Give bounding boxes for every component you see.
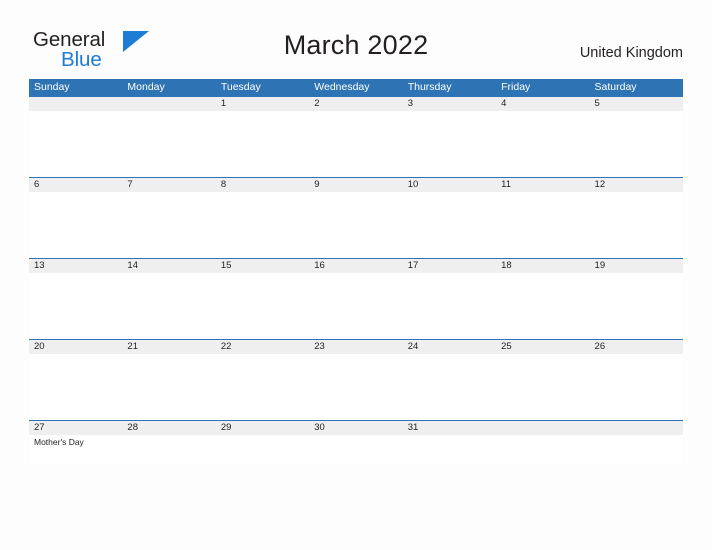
day-number[interactable]: 4	[496, 97, 589, 111]
day-number-empty	[590, 421, 683, 435]
date-number-band: 20 21 22 23 24 25 26	[29, 340, 683, 354]
day-events-cell	[309, 435, 402, 465]
day-number[interactable]: 12	[590, 178, 683, 192]
day-number-empty	[496, 421, 589, 435]
day-events-cell	[309, 192, 402, 258]
day-events-cell	[403, 435, 496, 465]
calendar-week-row: 27 28 29 30 31 Mother's Day	[29, 420, 683, 465]
date-number-band: 6 7 8 9 10 11 12	[29, 178, 683, 192]
day-number[interactable]: 15	[216, 259, 309, 273]
day-events-cell	[122, 192, 215, 258]
day-number[interactable]: 17	[403, 259, 496, 273]
day-events-cell	[29, 273, 122, 339]
day-events-cell	[309, 354, 402, 420]
day-body-band	[29, 354, 683, 420]
day-number[interactable]: 9	[309, 178, 402, 192]
day-events-cell	[403, 354, 496, 420]
day-events-cell	[216, 192, 309, 258]
day-events-cell	[590, 273, 683, 339]
day-number[interactable]: 21	[122, 340, 215, 354]
day-events-cell	[496, 192, 589, 258]
day-number[interactable]: 22	[216, 340, 309, 354]
day-events-cell	[122, 111, 215, 177]
day-events-cell	[309, 111, 402, 177]
day-number[interactable]: 18	[496, 259, 589, 273]
day-number[interactable]: 1	[216, 97, 309, 111]
day-number[interactable]: 14	[122, 259, 215, 273]
weekday-header-friday: Friday	[501, 81, 531, 93]
day-events-cell	[29, 111, 122, 177]
day-events-cell	[122, 354, 215, 420]
calendar-week-row: 12345	[29, 96, 683, 177]
day-number[interactable]: 8	[216, 178, 309, 192]
holiday-label: Mother's Day	[34, 437, 84, 447]
day-body-band: Mother's Day	[29, 435, 683, 465]
day-number[interactable]: 20	[29, 340, 122, 354]
day-events-cell	[122, 273, 215, 339]
calendar-week-row: 6 7 8 9 10 11 12	[29, 177, 683, 258]
day-number[interactable]: 23	[309, 340, 402, 354]
day-events-cell	[216, 354, 309, 420]
day-number[interactable]: 19	[590, 259, 683, 273]
day-events-cell	[403, 111, 496, 177]
day-events-cell	[29, 354, 122, 420]
weekday-header-wednesday: Wednesday	[314, 81, 370, 93]
day-events-cell: Mother's Day	[29, 435, 122, 465]
calendar-weeks: 1 2 3 4 5 6 7 8 9 10 11 12 13 14 15 16 17 18 19 20 21 22 23 24 2…	[29, 96, 683, 465]
day-events-cell	[309, 273, 402, 339]
day-events-cell	[216, 435, 309, 465]
day-number[interactable]: 6	[29, 178, 122, 192]
day-body-band	[29, 192, 683, 258]
day-number-empty	[29, 97, 122, 111]
day-number[interactable]: 11	[496, 178, 589, 192]
country-label: United Kingdom	[579, 45, 683, 61]
day-events-cell	[496, 354, 589, 420]
day-number-empty	[122, 97, 215, 111]
day-number[interactable]: 5	[590, 97, 683, 111]
day-events-cell	[29, 192, 122, 258]
day-events-cell	[590, 111, 683, 177]
day-events-cell	[122, 435, 215, 465]
weekday-header-thursday: Thursday	[407, 81, 452, 93]
day-events-cell	[216, 111, 309, 177]
day-number[interactable]: 26	[590, 340, 683, 354]
day-number[interactable]: 25	[496, 340, 589, 354]
day-number[interactable]: 24	[403, 340, 496, 354]
weekday-header-saturday: Saturday	[594, 81, 637, 93]
weekday-header-tuesday: Tuesday	[220, 81, 261, 93]
day-number[interactable]: 31	[403, 421, 496, 435]
day-events-cell	[590, 354, 683, 420]
calendar-grid: Sunday Monday Tuesday Wednesday Thursday Frid…	[29, 79, 683, 465]
day-number[interactable]: 30	[309, 421, 402, 435]
weekday-header-sunday: Sunday	[34, 81, 70, 93]
day-body-band	[29, 111, 683, 177]
weekday-header-monday: Monday	[127, 81, 165, 93]
date-number-band: 13 14 15 16 17 18 19	[29, 259, 683, 273]
day-events-cell	[590, 435, 683, 465]
day-number[interactable]: 16	[309, 259, 402, 273]
day-number[interactable]: 3	[403, 97, 496, 111]
day-number[interactable]: 28	[122, 421, 215, 435]
calendar-week-row: 13 14 15 16 17 18 19	[29, 258, 683, 339]
day-events-cell	[496, 273, 589, 339]
day-number[interactable]: 7	[122, 178, 215, 192]
day-number[interactable]: 13	[29, 259, 122, 273]
date-number-band: 27 28 29 30 31	[29, 421, 683, 435]
day-events-cell	[216, 273, 309, 339]
page-header: General Blue March 2022 United Kingdom	[0, 0, 712, 78]
day-number[interactable]: 2	[309, 97, 402, 111]
day-body-band	[29, 273, 683, 339]
calendar-week-row: 20 21 22 23 24 25 26	[29, 339, 683, 420]
day-number[interactable]: 27	[29, 421, 122, 435]
day-events-cell	[403, 273, 496, 339]
day-events-cell	[590, 192, 683, 258]
day-number[interactable]: 10	[403, 178, 496, 192]
day-events-cell	[403, 192, 496, 258]
day-events-cell	[496, 435, 589, 465]
day-events-cell	[496, 111, 589, 177]
date-number-band: 12345	[29, 97, 683, 111]
weekday-header-row: Sunday Monday Tuesday Wednesday Thursday Frid…	[29, 79, 683, 96]
day-number[interactable]: 29	[216, 421, 309, 435]
